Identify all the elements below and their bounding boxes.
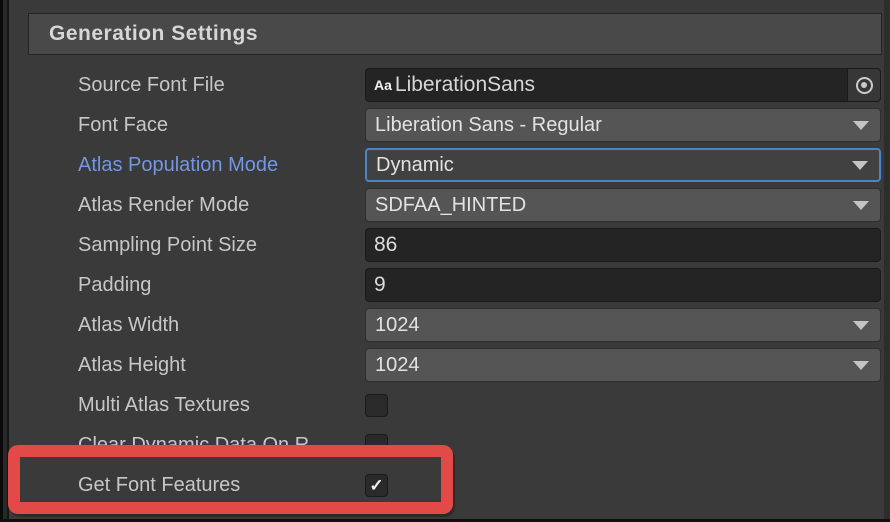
source-font-file-object-field[interactable]: Aa LiberationSans bbox=[365, 68, 881, 102]
source-font-file-label: Source Font File bbox=[78, 65, 225, 105]
chevron-down-icon bbox=[853, 121, 869, 130]
sampling-point-size-label: Sampling Point Size bbox=[78, 225, 257, 265]
atlas-population-mode-dropdown[interactable]: Dynamic bbox=[365, 148, 881, 182]
font-face-label: Font Face bbox=[78, 105, 168, 145]
generation-settings-header[interactable]: Generation Settings bbox=[28, 13, 882, 55]
get-font-features-checkbox[interactable]: ✓ bbox=[365, 474, 388, 497]
padding-label: Padding bbox=[78, 265, 151, 305]
padding-field-wrap bbox=[365, 268, 881, 302]
atlas-population-mode-value: Dynamic bbox=[367, 154, 852, 177]
chevron-down-icon bbox=[853, 321, 869, 330]
font-face-dropdown[interactable]: Liberation Sans - Regular bbox=[365, 108, 881, 142]
object-picker-button[interactable] bbox=[847, 69, 880, 101]
clear-dynamic-data-checkbox[interactable]: ✓ bbox=[365, 434, 388, 457]
row-clear-dynamic-data: Clear Dynamic Data On R ✓ bbox=[9, 425, 884, 465]
row-padding: Padding bbox=[9, 265, 884, 305]
row-source-font-file: Source Font File Aa LiberationSans bbox=[9, 65, 884, 105]
chevron-down-icon bbox=[853, 361, 869, 370]
panel-right-border bbox=[884, 0, 890, 522]
row-get-font-features: Get Font Features ✓ bbox=[9, 465, 884, 505]
object-picker-icon bbox=[856, 77, 873, 94]
clear-dynamic-data-label: Clear Dynamic Data On R bbox=[78, 425, 309, 465]
multi-atlas-textures-label: Multi Atlas Textures bbox=[78, 385, 250, 425]
row-multi-atlas-textures: Multi Atlas Textures ✓ bbox=[9, 385, 884, 425]
sampling-point-size-field-wrap bbox=[365, 228, 881, 262]
checkmark-icon: ✓ bbox=[369, 477, 383, 494]
row-atlas-render-mode: Atlas Render Mode SDFAA_HINTED bbox=[9, 185, 884, 225]
font-face-value: Liberation Sans - Regular bbox=[366, 114, 853, 137]
atlas-render-mode-value: SDFAA_HINTED bbox=[366, 194, 853, 217]
atlas-height-dropdown[interactable]: 1024 bbox=[365, 348, 881, 382]
row-atlas-height: Atlas Height 1024 bbox=[9, 345, 884, 385]
source-font-file-value: LiberationSans bbox=[395, 73, 847, 97]
atlas-population-mode-label: Atlas Population Mode bbox=[78, 145, 278, 185]
atlas-width-dropdown[interactable]: 1024 bbox=[365, 308, 881, 342]
row-atlas-population-mode: Atlas Population Mode Dynamic bbox=[9, 145, 884, 185]
atlas-render-mode-dropdown[interactable]: SDFAA_HINTED bbox=[365, 188, 881, 222]
sampling-point-size-input[interactable] bbox=[365, 228, 881, 262]
atlas-width-label: Atlas Width bbox=[78, 305, 179, 345]
multi-atlas-textures-checkbox[interactable]: ✓ bbox=[365, 394, 388, 417]
atlas-height-value: 1024 bbox=[366, 354, 853, 377]
row-sampling-point-size: Sampling Point Size bbox=[9, 225, 884, 265]
section-title: Generation Settings bbox=[29, 22, 258, 46]
atlas-render-mode-label: Atlas Render Mode bbox=[78, 185, 249, 225]
font-asset-icon: Aa bbox=[366, 77, 395, 93]
row-font-face: Font Face Liberation Sans - Regular bbox=[9, 105, 884, 145]
settings-rows: Source Font File Aa LiberationSans Font … bbox=[9, 65, 884, 505]
chevron-down-icon bbox=[853, 201, 869, 210]
atlas-height-label: Atlas Height bbox=[78, 345, 186, 385]
chevron-down-icon bbox=[852, 161, 868, 170]
row-atlas-width: Atlas Width 1024 bbox=[9, 305, 884, 345]
get-font-features-label: Get Font Features bbox=[78, 465, 240, 505]
atlas-width-value: 1024 bbox=[366, 314, 853, 337]
padding-input[interactable] bbox=[365, 268, 881, 302]
